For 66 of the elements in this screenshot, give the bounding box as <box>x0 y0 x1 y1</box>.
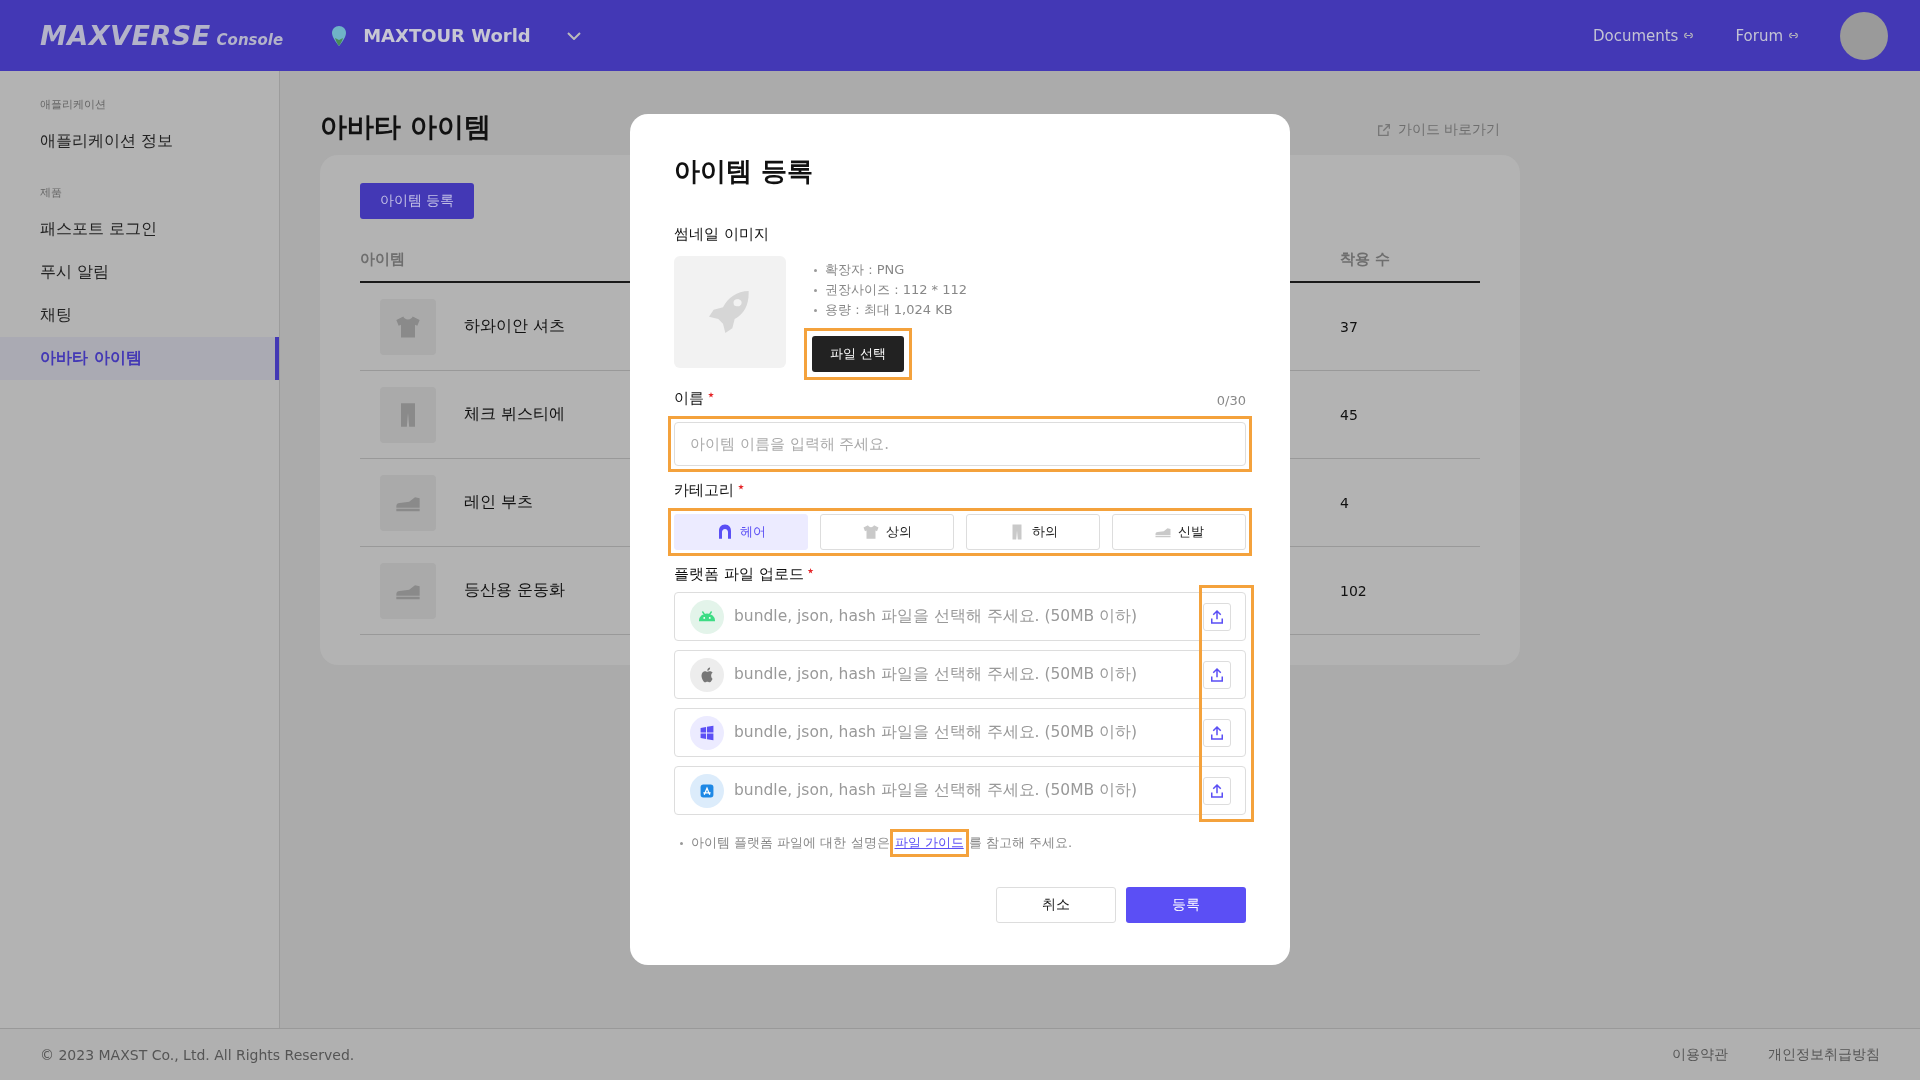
header-link[interactable]: Forum <box>1735 26 1800 45</box>
page-title: 아바타 아이템 <box>320 110 493 144</box>
category-option[interactable]: 헤어 <box>674 514 808 550</box>
wear-count: 45 <box>1340 406 1359 423</box>
column-header: 착용 수 <box>1340 249 1392 269</box>
project-selector[interactable]: MAXTOUR World <box>327 21 581 50</box>
file-upload-field[interactable]: bundle, json, hash 파일을 선택해 주세요. (50MB 이하) <box>674 766 1246 815</box>
footer-link[interactable]: 개인정보취급방침 <box>1768 1045 1880 1064</box>
help-text: 아이템 플랫폼 파일에 대한 설명은 파일 가이드 를 참고해 주세요. <box>680 829 1246 857</box>
sidebar-item[interactable]: 아바타 아이템 <box>0 337 279 380</box>
section-label: 제품 <box>39 185 63 200</box>
file-guide-link[interactable]: 파일 가이드 <box>894 835 964 850</box>
file-upload-field[interactable]: bundle, json, hash 파일을 선택해 주세요. (50MB 이하) <box>674 650 1246 699</box>
file-upload-field[interactable]: bundle, json, hash 파일을 선택해 주세요. (50MB 이하) <box>674 592 1246 641</box>
upload-icon <box>1208 781 1226 800</box>
logo-text: MAXVERSE <box>40 20 211 51</box>
item-name: 레인 부츠 <box>464 492 534 513</box>
field-label: 카테고리 <box>674 481 734 499</box>
spec-text: 권장사이즈 : 112 * 112 <box>814 280 968 300</box>
wear-count: 102 <box>1340 582 1368 599</box>
add-item-button[interactable]: 아이템 등록 <box>360 183 475 219</box>
upload-button[interactable] <box>1203 660 1231 689</box>
placeholder-text: bundle, json, hash 파일을 선택해 주세요. (50MB 이하) <box>734 664 1139 685</box>
external-link-icon <box>1375 122 1392 138</box>
header-link[interactable]: Documents <box>1592 26 1696 45</box>
name-input-field[interactable]: 아이템 이름을 입력해 주세요. <box>674 422 1246 466</box>
category-option[interactable]: 신발 <box>1112 514 1246 550</box>
upload-button[interactable] <box>1203 718 1231 747</box>
placeholder-text: bundle, json, hash 파일을 선택해 주세요. (50MB 이하) <box>734 722 1139 743</box>
avatar[interactable] <box>1840 11 1888 60</box>
register-button[interactable]: 등록 <box>1126 887 1246 923</box>
wear-count: 37 <box>1340 318 1359 335</box>
item-name: 하와이안 셔츠 <box>464 316 566 337</box>
sidebar-item[interactable]: 패스포트 로그인 <box>0 208 279 251</box>
choose-file-button[interactable]: 파일 선택 <box>812 336 905 372</box>
upload-button[interactable] <box>1203 602 1231 631</box>
category-option[interactable]: 상의 <box>820 514 954 550</box>
wear-count: 4 <box>1340 494 1350 511</box>
upload-icon <box>1208 665 1226 684</box>
field-label: 썸네일 이미지 <box>674 225 770 244</box>
sidebar-item[interactable]: 푸시 알림 <box>0 251 279 294</box>
spec-text: 용량 : 최대 1,024 KB <box>814 300 968 320</box>
column-header: 아이템 <box>360 249 406 269</box>
section-label: 애플리케이션 <box>39 97 107 112</box>
upload-button[interactable] <box>1203 776 1231 805</box>
sidebar-item[interactable]: 채팅 <box>0 294 279 337</box>
file-upload-field[interactable]: bundle, json, hash 파일을 선택해 주세요. (50MB 이하) <box>674 708 1246 757</box>
upload-icon <box>1208 607 1226 626</box>
sidebar-item[interactable]: 애플리케이션 정보 <box>0 120 279 163</box>
placeholder-text: bundle, json, hash 파일을 선택해 주세요. (50MB 이하) <box>734 606 1139 627</box>
item-name: 등산용 운동화 <box>464 580 566 601</box>
copyright-text: © 2023 MAXST Co., Ltd. All Rights Reserved. <box>40 1046 355 1063</box>
spec-text: 확장자 : PNG <box>814 260 968 280</box>
category-option[interactable]: 하의 <box>966 514 1100 550</box>
shirt-icon <box>862 523 880 541</box>
placeholder-text: bundle, json, hash 파일을 선택해 주세요. (50MB 이하) <box>734 780 1139 801</box>
field-label: 이름 <box>674 389 704 407</box>
cancel-button[interactable]: 취소 <box>996 887 1116 923</box>
character-counter: 0/30 <box>1216 393 1246 408</box>
chevron-down-icon <box>566 31 581 40</box>
upload-icon <box>1208 723 1226 742</box>
footer-link[interactable]: 이용약관 <box>1672 1045 1728 1064</box>
logo-subtitle: Console <box>216 31 284 49</box>
dialog-title: 아이템 등록 <box>674 155 815 188</box>
field-label: 플랫폼 파일 업로드 <box>674 565 804 583</box>
item-name: 체크 뷔스티에 <box>464 404 566 425</box>
